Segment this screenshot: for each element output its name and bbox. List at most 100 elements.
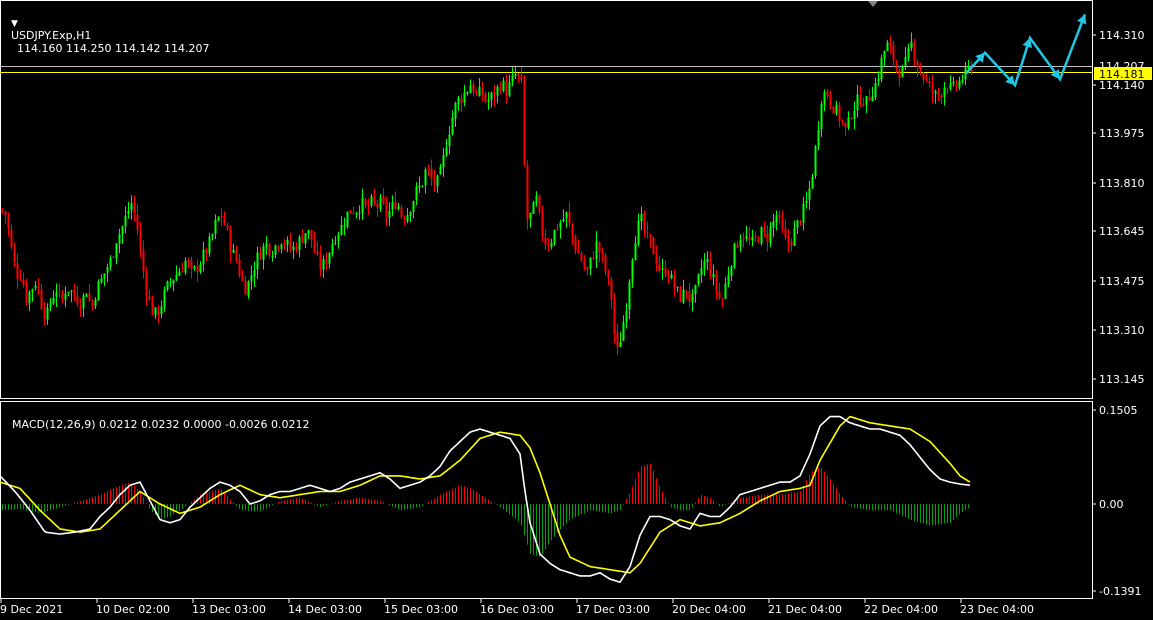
- candle-body: [40, 288, 43, 310]
- candle-body: [961, 80, 964, 82]
- candle-body: [160, 306, 163, 315]
- time-tick: 16 Dec 03:00: [480, 603, 554, 616]
- candle-body: [814, 146, 817, 176]
- candle-body: [952, 81, 955, 83]
- candle-body: [22, 279, 25, 285]
- candle-body: [229, 228, 232, 254]
- candle-body: [889, 41, 892, 47]
- candle-body: [487, 100, 490, 102]
- candle-body: [583, 260, 586, 269]
- candle-body: [808, 188, 811, 200]
- candle-body: [706, 258, 709, 263]
- candle-body: [85, 293, 88, 297]
- candle-body: [811, 176, 814, 188]
- dropdown-triangle-icon[interactable]: ▼: [11, 19, 18, 29]
- candle-body: [832, 106, 835, 114]
- candle-body: [358, 212, 361, 214]
- candle-body: [766, 233, 769, 242]
- candle-body: [148, 296, 151, 299]
- candle-body: [115, 243, 118, 258]
- candle-body: [586, 267, 589, 270]
- candle-body: [295, 246, 298, 251]
- candle-body: [415, 186, 418, 200]
- candle-body: [655, 253, 658, 265]
- candle-body: [142, 249, 145, 272]
- candle-body: [337, 234, 340, 242]
- candle-body: [658, 263, 661, 271]
- candle-body: [694, 284, 697, 295]
- candle-body: [394, 201, 397, 209]
- candle-body: [454, 103, 457, 119]
- candle-body: [652, 237, 655, 255]
- symbol-header: ▼ USDJPY.Exp,H1 114.160 114.250 114.142 …: [4, 3, 209, 55]
- candle-body: [169, 282, 172, 284]
- candle-body: [610, 279, 613, 301]
- candle-body: [55, 292, 58, 297]
- candle: [814, 144, 817, 179]
- candle-body: [916, 61, 919, 68]
- candle-body: [112, 256, 115, 258]
- candle-body: [862, 104, 865, 106]
- candle-body: [718, 291, 721, 298]
- candle-body: [757, 238, 760, 243]
- candle-body: [244, 280, 247, 295]
- candle-body: [892, 44, 895, 61]
- candle: [760, 226, 763, 246]
- candle-body: [130, 203, 133, 211]
- candle-body: [277, 246, 280, 249]
- candle-body: [37, 286, 40, 289]
- chart-canvas[interactable]: 114.310 114.140 113.975 113.810 113.645 …: [0, 0, 1153, 620]
- candle-body: [259, 253, 262, 260]
- candle-body: [865, 95, 868, 105]
- candle-body: [196, 265, 199, 272]
- price-tick: 114.310: [1099, 29, 1145, 42]
- candle-body: [607, 270, 610, 279]
- candle-body: [421, 185, 424, 187]
- candle-body: [541, 211, 544, 236]
- candle-body: [700, 268, 703, 276]
- candle-body: [844, 122, 847, 127]
- candle-body: [565, 212, 568, 219]
- candle-body: [640, 213, 643, 222]
- candle-body: [223, 215, 226, 225]
- candle-body: [913, 42, 916, 61]
- candle-body: [370, 196, 373, 206]
- candle-body: [748, 236, 751, 241]
- candle-body: [388, 210, 391, 219]
- price-tick: 113.145: [1099, 373, 1145, 386]
- candle-body: [412, 201, 415, 212]
- candle-body: [232, 249, 235, 253]
- candle-body: [598, 242, 601, 253]
- candle-body: [934, 91, 937, 94]
- candle-body: [685, 290, 688, 292]
- candle-body: [490, 92, 493, 100]
- candle-body: [307, 230, 310, 234]
- candle-body: [898, 70, 901, 79]
- candle: [679, 285, 682, 303]
- candle-body: [364, 199, 367, 206]
- candle-body: [310, 229, 313, 240]
- candle-body: [628, 281, 631, 310]
- candle-body: [133, 201, 136, 214]
- candle: [346, 211, 349, 229]
- candle-body: [799, 221, 802, 224]
- candle-body: [664, 267, 667, 276]
- candle-body: [193, 266, 196, 269]
- candle-body: [154, 307, 157, 316]
- candle-body: [202, 249, 205, 265]
- candle-body: [376, 203, 379, 208]
- candle-body: [460, 98, 463, 103]
- candle-body: [430, 168, 433, 179]
- candle-body: [670, 274, 673, 279]
- candle-body: [637, 220, 640, 245]
- candle-body: [967, 66, 970, 68]
- candle-body: [382, 195, 385, 204]
- candle-body: [502, 80, 505, 91]
- candle-body: [532, 202, 535, 214]
- candle-body: [712, 274, 715, 278]
- candle-body: [355, 212, 358, 214]
- candle-body: [400, 207, 403, 218]
- candle-body: [391, 202, 394, 210]
- price-tick: 113.475: [1099, 275, 1145, 288]
- candle: [523, 75, 526, 167]
